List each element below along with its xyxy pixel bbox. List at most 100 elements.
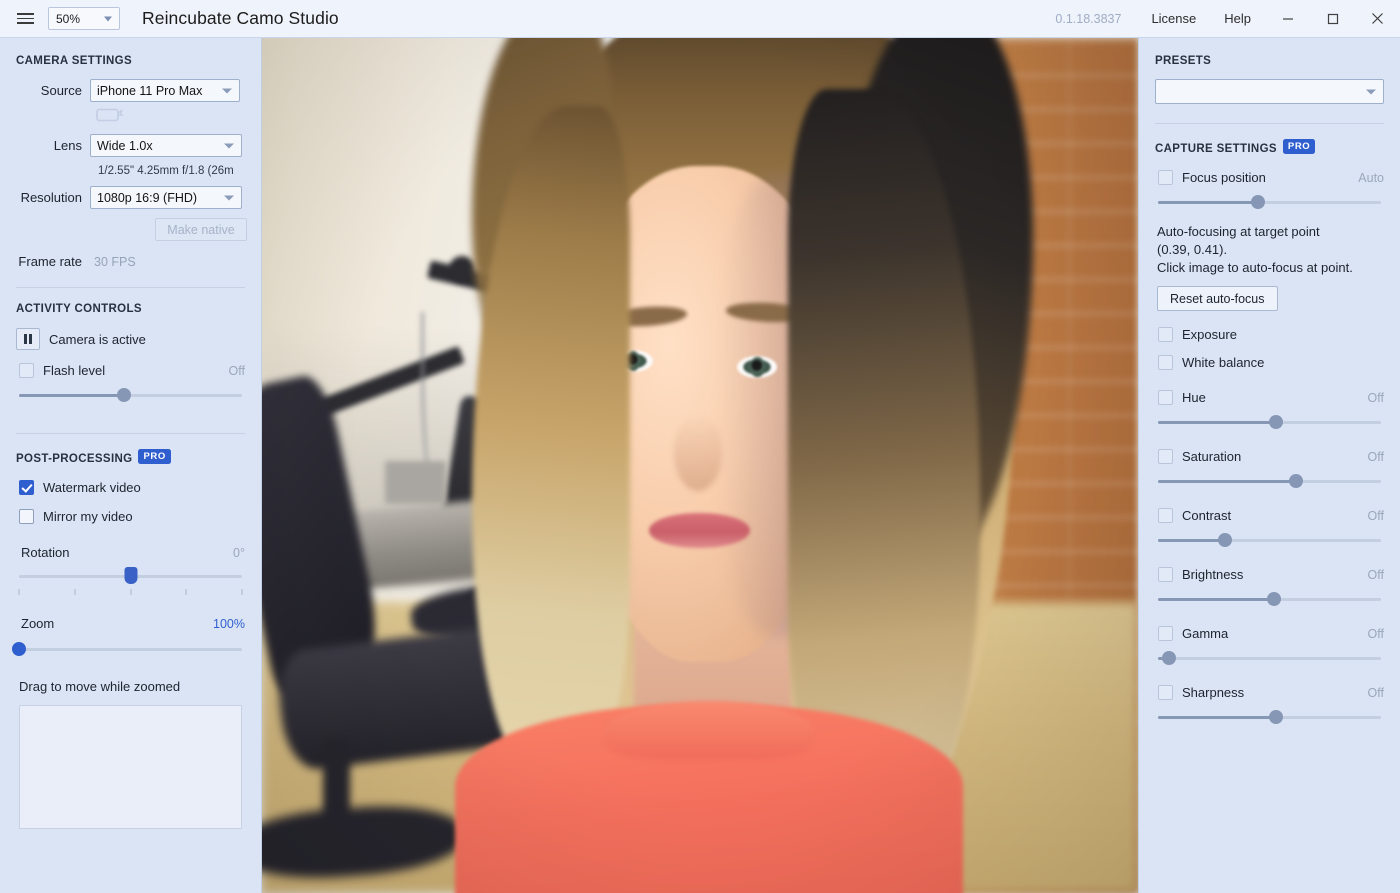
pause-camera-button[interactable] <box>16 328 40 350</box>
flash-level-value: Off <box>228 363 245 378</box>
slider-thumb[interactable] <box>1269 710 1284 724</box>
watermark-video-checkbox[interactable] <box>19 480 34 495</box>
resolution-label: Resolution <box>20 190 82 205</box>
white-balance-checkbox[interactable] <box>1158 355 1173 370</box>
close-button[interactable] <box>1355 0 1400 38</box>
rotation-slider[interactable] <box>19 567 242 584</box>
chevron-down-icon <box>104 16 112 21</box>
video-preview[interactable] <box>262 38 1138 893</box>
gamma-checkbox[interactable] <box>1158 626 1173 641</box>
drag-to-move-area[interactable] <box>19 705 242 829</box>
hue-label: Hue <box>1182 390 1206 405</box>
source-label: Source <box>40 83 82 98</box>
saturation-label: Saturation <box>1182 449 1242 464</box>
adjustment-row: Contrast Off <box>1158 508 1384 523</box>
focus-position-slider[interactable] <box>1158 195 1381 209</box>
video-canvas <box>262 38 1138 893</box>
slider-thumb[interactable] <box>1289 474 1304 488</box>
right-settings-panel: PRESETS CAPTURE SETTINGS PRO Focus positi… <box>1138 38 1400 893</box>
pause-icon <box>24 334 27 344</box>
source-select[interactable]: iPhone 11 Pro Max <box>90 79 240 102</box>
slider-thumb[interactable] <box>1251 195 1266 209</box>
battery-icon <box>96 108 123 122</box>
flash-level-slider[interactable] <box>19 388 242 402</box>
contrast-slider[interactable] <box>1158 533 1381 547</box>
left-settings-panel: CAMERA SETTINGS Source iPhone 11 Pro Max… <box>0 38 262 893</box>
slider-thumb[interactable] <box>12 642 26 656</box>
rotation-label: Rotation <box>21 545 70 560</box>
reset-auto-focus-button[interactable]: Reset auto-focus <box>1157 286 1278 311</box>
resolution-value: 1080p 16:9 (FHD) <box>97 190 198 205</box>
zoom-level-select[interactable]: 50% <box>48 7 120 30</box>
mirror-video-label: Mirror my video <box>43 509 133 524</box>
chevron-down-icon <box>224 143 234 148</box>
mirror-video-checkbox[interactable] <box>19 509 34 524</box>
pause-icon <box>29 334 32 344</box>
brightness-checkbox[interactable] <box>1158 567 1173 582</box>
zoom-level-value: 50% <box>56 11 81 26</box>
slider-fill <box>19 394 124 397</box>
adjustment-row: Saturation Off <box>1158 449 1384 464</box>
sharpness-value: Off <box>1367 685 1384 700</box>
brightness-label: Brightness <box>1182 567 1244 582</box>
saturation-checkbox[interactable] <box>1158 449 1173 464</box>
lens-select[interactable]: Wide 1.0x <box>90 134 242 157</box>
make-native-button[interactable]: Make native <box>155 218 247 241</box>
chevron-down-icon <box>222 88 232 93</box>
adjustment-gamma-group: Gamma Off <box>1139 626 1400 665</box>
chevron-down-icon <box>1366 89 1376 94</box>
sharpness-checkbox[interactable] <box>1158 685 1173 700</box>
resolution-select[interactable]: 1080p 16:9 (FHD) <box>90 186 242 209</box>
adjustment-brightness-group: Brightness Off <box>1139 567 1400 606</box>
slider-thumb[interactable] <box>124 567 137 584</box>
lips <box>649 512 750 549</box>
adjustment-contrast-group: Contrast Off <box>1139 508 1400 547</box>
slider-track <box>19 648 242 651</box>
flash-level-checkbox[interactable] <box>19 363 34 378</box>
post-processing-heading: POST-PROCESSING <box>16 453 133 465</box>
capture-settings-heading: CAPTURE SETTINGS <box>1155 143 1277 155</box>
hue-slider[interactable] <box>1158 415 1381 429</box>
nose <box>673 414 722 492</box>
gamma-slider[interactable] <box>1158 651 1381 665</box>
focus-position-checkbox[interactable] <box>1158 170 1173 185</box>
hue-checkbox[interactable] <box>1158 390 1173 405</box>
slider-fill <box>1158 421 1277 424</box>
slider-thumb[interactable] <box>1162 651 1177 665</box>
adjustment-row: Sharpness Off <box>1158 685 1384 700</box>
exposure-label: Exposure <box>1182 327 1237 342</box>
app-title: Reincubate Camo Studio <box>142 8 339 28</box>
frame-rate-label: Frame rate <box>18 254 82 269</box>
lens-value: Wide 1.0x <box>97 138 153 153</box>
sharpness-slider[interactable] <box>1158 710 1381 724</box>
slider-thumb[interactable] <box>1217 533 1232 547</box>
rotation-value: 0° <box>233 545 245 560</box>
hue-value: Off <box>1367 390 1384 405</box>
slider-thumb[interactable] <box>1266 592 1281 606</box>
capture-settings-heading-row: CAPTURE SETTINGS PRO <box>1155 139 1400 157</box>
zoom-slider[interactable] <box>12 642 242 656</box>
license-link[interactable]: License <box>1137 0 1210 37</box>
help-link[interactable]: Help <box>1210 0 1265 37</box>
contrast-label: Contrast <box>1182 508 1232 523</box>
menu-icon[interactable] <box>8 5 42 33</box>
exposure-checkbox[interactable] <box>1158 327 1173 342</box>
saturation-slider[interactable] <box>1158 474 1381 488</box>
presets-select[interactable] <box>1155 79 1384 104</box>
focus-position-label: Focus position <box>1182 170 1266 185</box>
pro-badge: PRO <box>138 449 171 465</box>
slider-fill <box>1158 480 1297 483</box>
minimize-button[interactable] <box>1265 0 1310 38</box>
autofocus-line-3: Click image to auto-focus at point. <box>1157 260 1353 275</box>
close-icon <box>1372 13 1383 24</box>
slider-thumb[interactable] <box>116 388 131 402</box>
contrast-checkbox[interactable] <box>1158 508 1173 523</box>
divider <box>16 433 245 434</box>
maximize-button[interactable] <box>1310 0 1355 38</box>
gamma-value: Off <box>1367 626 1384 641</box>
white-balance-label: White balance <box>1182 355 1265 370</box>
slider-fill <box>1158 539 1225 542</box>
device-toggle-placeholder[interactable] <box>96 107 261 128</box>
slider-thumb[interactable] <box>1269 415 1284 429</box>
brightness-slider[interactable] <box>1158 592 1381 606</box>
